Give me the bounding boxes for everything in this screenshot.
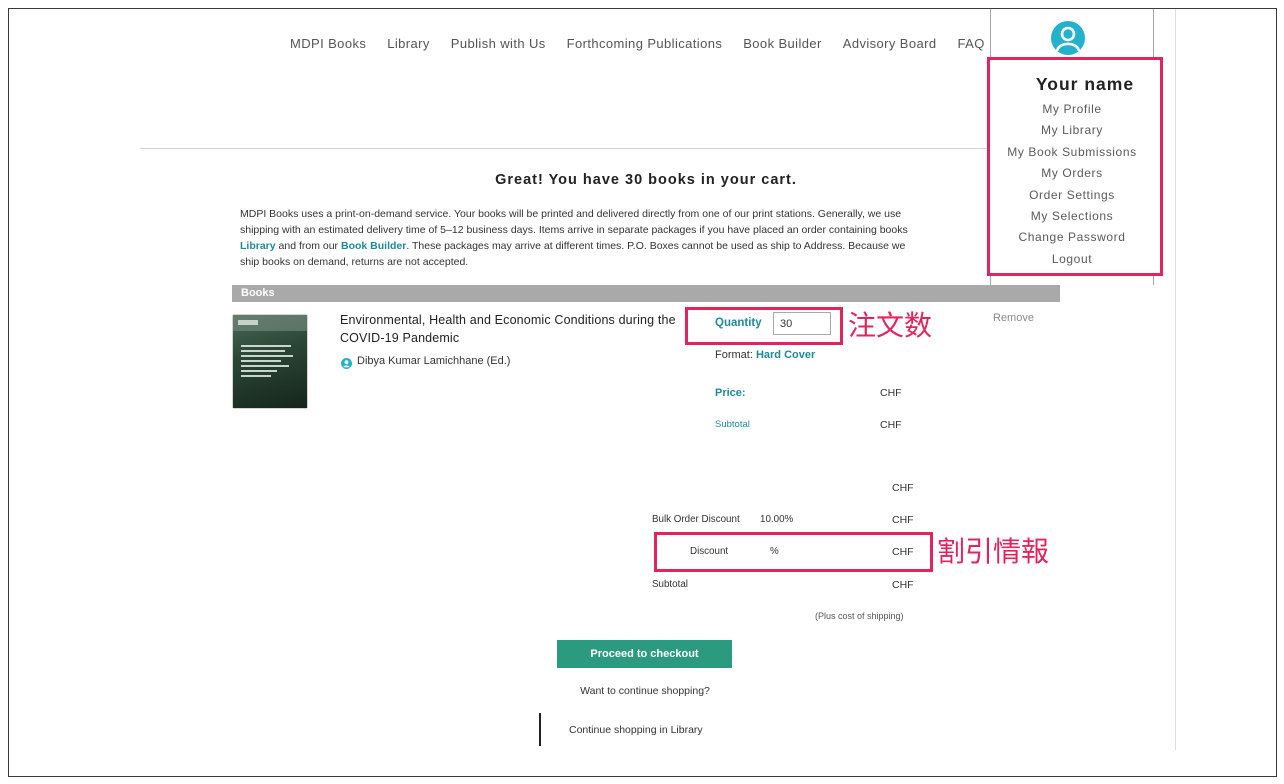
continue-shopping-link[interactable]: Continue shopping in Library xyxy=(569,724,703,737)
library-link[interactable]: Library xyxy=(240,240,276,252)
shipping-note: (Plus cost of shipping) xyxy=(815,611,904,621)
book-cover-image[interactable] xyxy=(233,315,307,408)
notice-line-4: ship books on demand, returns are not ac… xyxy=(240,256,469,268)
book-title[interactable]: Environmental, Health and Economic Condi… xyxy=(340,311,690,347)
nav-faq[interactable]: FAQ xyxy=(958,36,985,52)
notice-line-2: shipping with an estimated delivery time… xyxy=(240,224,908,236)
nav-library[interactable]: Library xyxy=(387,36,430,52)
notice-text: . These packages may arrive at different… xyxy=(406,240,906,252)
annotation-label-discount: 割引情報 xyxy=(937,536,1050,567)
books-section-bar: Books xyxy=(232,285,1060,302)
nav-advisory-board[interactable]: Advisory Board xyxy=(843,36,937,52)
book-builder-link[interactable]: Book Builder xyxy=(341,240,406,252)
cart-heading: Great! You have 30 books in your cart. xyxy=(495,172,797,188)
nav-book-builder[interactable]: Book Builder xyxy=(743,36,822,52)
person-icon xyxy=(341,356,352,369)
price-currency: CHF xyxy=(880,387,902,399)
bulk-discount-label: Bulk Order Discount xyxy=(652,514,740,525)
notice-text: and from our xyxy=(275,240,341,252)
book-author[interactable]: Dibya Kumar Lamichhane (Ed.) xyxy=(357,355,510,368)
annotation-box-user-menu xyxy=(987,57,1163,276)
nav-publish-with-us[interactable]: Publish with Us xyxy=(451,36,546,52)
nav-forthcoming-publications[interactable]: Forthcoming Publications xyxy=(567,36,723,52)
proceed-to-checkout-button[interactable]: Proceed to checkout xyxy=(557,640,732,668)
continue-shopping-prompt: Want to continue shopping? xyxy=(580,685,710,697)
format-value: Hard Cover xyxy=(755,349,816,361)
price-label: Price: xyxy=(715,387,746,399)
notice-line-3: Library and from our Book Builder. These… xyxy=(240,238,990,254)
subtotal-label: Subtotal xyxy=(652,579,688,590)
print-on-demand-notice: MDPI Books uses a print-on-demand servic… xyxy=(240,206,990,270)
page-right-edge xyxy=(1175,9,1176,750)
nav-mdpi-books[interactable]: MDPI Books xyxy=(290,36,366,52)
bulk-discount-rate: 10.00% xyxy=(760,514,794,525)
item-subtotal-label: Subtotal xyxy=(715,419,750,430)
annotation-box-discount xyxy=(654,532,933,572)
bulk-discount-currency: CHF xyxy=(892,514,914,526)
header-divider xyxy=(140,148,990,149)
section-title: Books xyxy=(241,287,275,299)
item-subtotal-currency: CHF xyxy=(880,419,902,431)
format-label: Format: xyxy=(715,349,756,361)
remove-link[interactable]: Remove xyxy=(993,312,1034,325)
text-cursor-line xyxy=(539,713,541,746)
main-nav: MDPI Books Library Publish with Us Forth… xyxy=(290,36,985,52)
annotation-label-quantity: 注文数 xyxy=(848,310,933,341)
total-currency: CHF xyxy=(892,482,914,494)
annotation-box-quantity xyxy=(685,307,843,345)
user-avatar-icon[interactable] xyxy=(1051,21,1085,55)
subtotal-currency: CHF xyxy=(892,579,914,591)
notice-line-1: MDPI Books uses a print-on-demand servic… xyxy=(240,208,902,220)
format-row: Format: Hard Cover xyxy=(715,349,815,362)
